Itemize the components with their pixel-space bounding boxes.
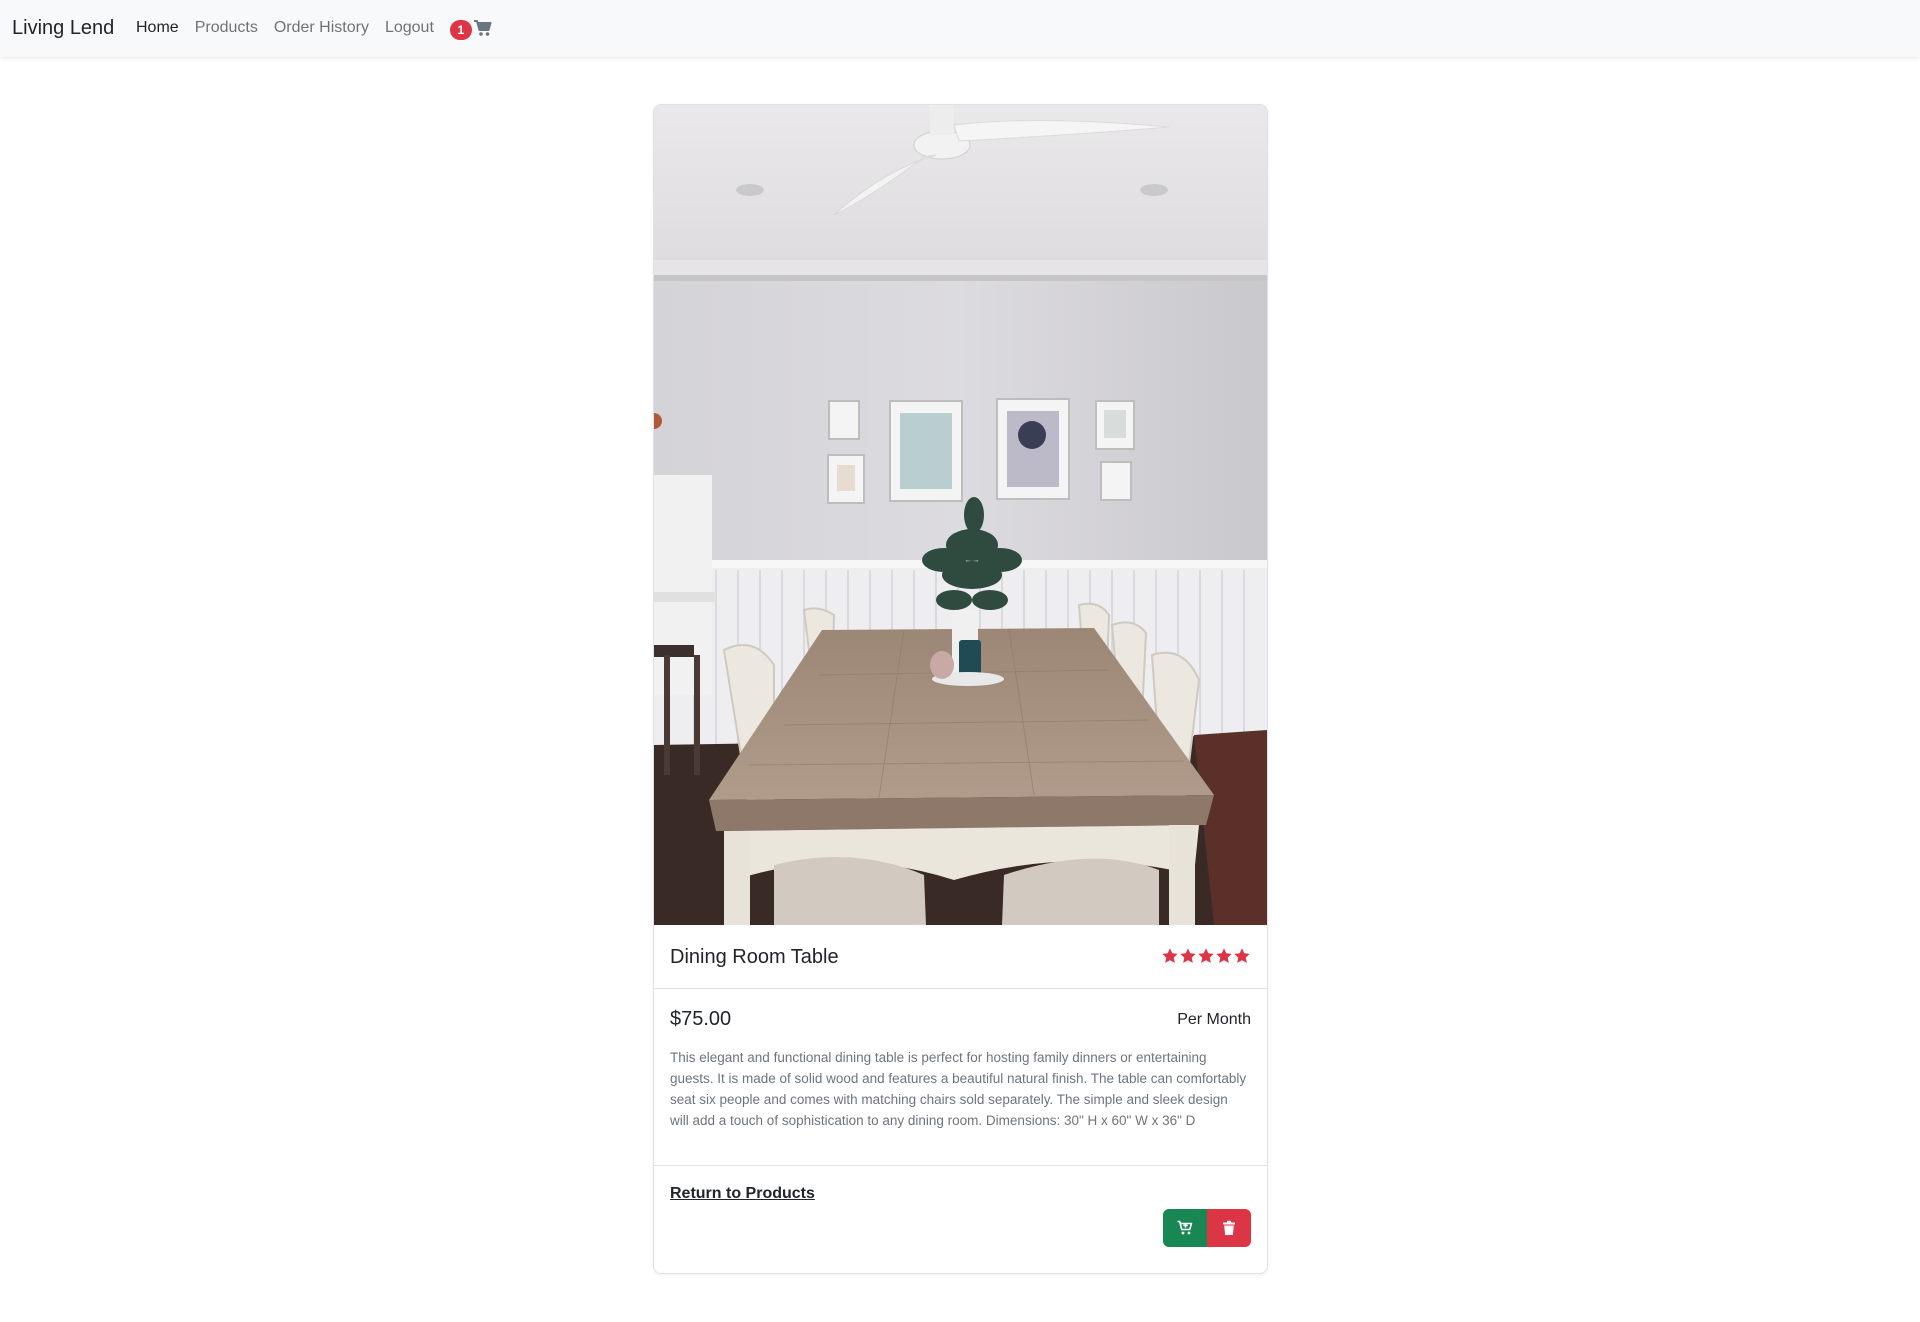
cart-plus-icon (1177, 1220, 1193, 1235)
add-to-cart-button[interactable] (1163, 1209, 1207, 1247)
star-icon (1198, 948, 1214, 963)
nav-cart[interactable]: 1 (449, 16, 493, 40)
price-period: Per Month (1177, 1011, 1251, 1028)
rating-stars (1161, 947, 1251, 965)
cart-count-badge: 1 (449, 20, 472, 40)
product-footer: Return to Products (654, 1166, 1267, 1273)
product-card: Dining Room Table $75.00 Per Month This … (653, 104, 1268, 1274)
star-icon (1162, 948, 1178, 963)
trash-icon (1223, 1220, 1235, 1235)
delete-button[interactable] (1207, 1209, 1251, 1247)
dining-room-photo (654, 105, 1267, 925)
cart-icon[interactable] (473, 18, 493, 38)
product-image (654, 105, 1267, 925)
action-buttons (1163, 1209, 1251, 1247)
nav-link-products[interactable]: Products (195, 16, 258, 40)
product-header: Dining Room Table (654, 925, 1267, 989)
return-to-products-link[interactable]: Return to Products (670, 1184, 815, 1204)
nav-link-order-history[interactable]: Order History (274, 16, 369, 40)
product-description: This elegant and functional dining table… (670, 1050, 1247, 1128)
product-price: $75.00 (670, 1008, 732, 1030)
nav-link-logout[interactable]: Logout (385, 16, 434, 40)
star-icon (1180, 948, 1196, 963)
product-body: $75.00 Per Month This elegant and functi… (654, 989, 1267, 1166)
product-name: Dining Room Table (670, 946, 839, 968)
star-icon (1216, 948, 1232, 963)
navbar: Living Lend Home Products Order History … (0, 0, 1920, 57)
nav-links: Home Products Order History Logout 1 (136, 16, 493, 40)
nav-link-home[interactable]: Home (136, 16, 179, 40)
star-icon (1234, 948, 1250, 963)
brand-logo[interactable]: Living Lend (12, 14, 114, 42)
